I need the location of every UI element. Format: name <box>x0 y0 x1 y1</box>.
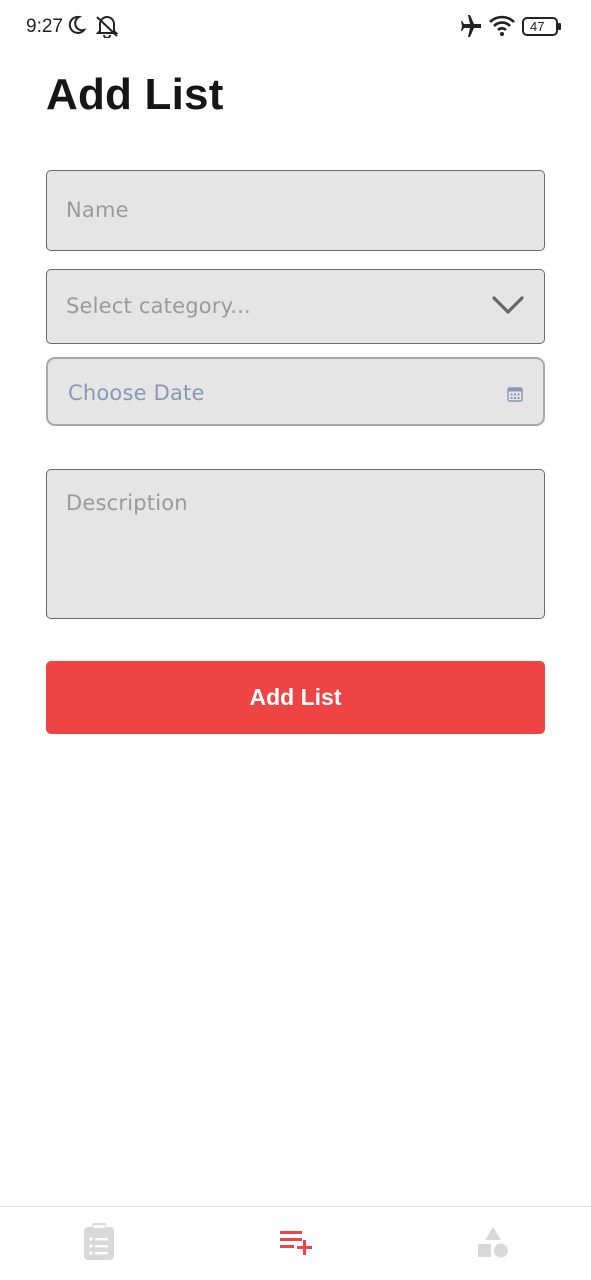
category-select[interactable]: Select category... <box>46 269 545 344</box>
chevron-down-icon <box>492 294 524 321</box>
bell-off-icon <box>94 14 120 43</box>
category-placeholder: Select category... <box>66 294 251 318</box>
add-list-button-label: Add List <box>249 684 342 710</box>
add-list-button[interactable]: Add List <box>46 661 545 734</box>
date-picker[interactable]: Choose Date <box>46 357 545 426</box>
name-input[interactable]: Name <box>46 170 545 251</box>
shapes-icon <box>477 1226 509 1263</box>
description-textarea[interactable]: Description <box>46 469 545 619</box>
clipboard-list-icon <box>83 1222 115 1266</box>
date-placeholder: Choose Date <box>68 381 205 405</box>
tab-add-list[interactable] <box>197 1207 394 1280</box>
status-bar: 9:27 47 <box>0 0 591 54</box>
description-placeholder: Description <box>66 491 188 515</box>
bottom-tab-bar <box>0 1206 591 1280</box>
battery-level: 47 <box>530 19 545 34</box>
moon-icon <box>66 14 87 41</box>
tab-categories[interactable] <box>394 1207 591 1280</box>
page-title: Add List <box>46 70 224 119</box>
playlist-add-icon <box>279 1229 313 1260</box>
tab-lists[interactable] <box>0 1207 197 1280</box>
calendar-icon <box>507 386 523 407</box>
name-placeholder: Name <box>66 198 129 222</box>
status-time: 9:27 <box>26 16 63 37</box>
wifi-icon <box>488 14 516 43</box>
airplane-icon <box>458 14 484 43</box>
